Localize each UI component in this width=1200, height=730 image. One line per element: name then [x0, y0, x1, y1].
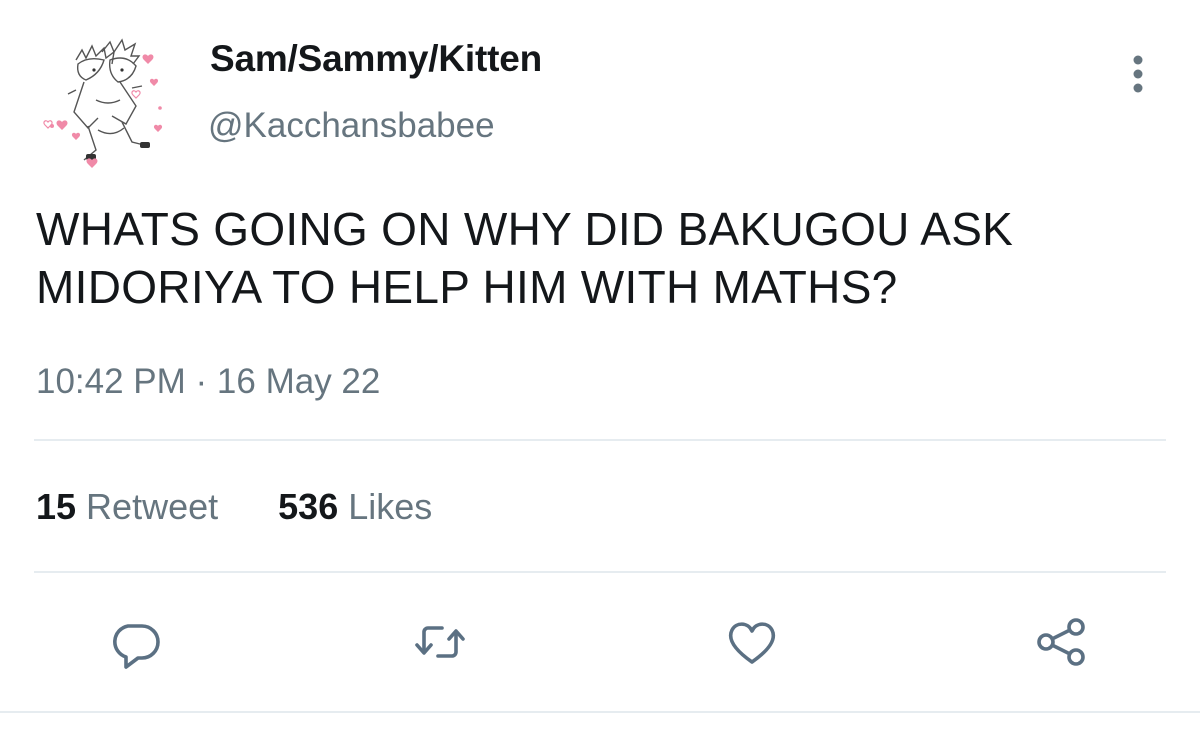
retweet-count: 15 — [36, 486, 77, 527]
tweet-card: Sam/Sammy/Kitten @Kacchansbabee WHATS GO… — [0, 0, 1200, 730]
avatar-drawing — [43, 38, 163, 168]
like-stat[interactable]: 536 Likes — [278, 486, 432, 527]
retweet-icon — [415, 626, 465, 658]
like-label: Likes — [348, 486, 433, 527]
tweet-timestamp[interactable]: 10:42 PM · 16 May 22 — [36, 362, 380, 402]
more-options-button[interactable] — [1118, 50, 1158, 98]
divider — [34, 439, 1166, 441]
retweet-label: Retweet — [86, 486, 219, 527]
heart-icon — [728, 622, 776, 664]
retweet-stat[interactable]: 15 Retweet — [36, 486, 228, 527]
reply-icon — [113, 624, 160, 669]
divider — [34, 571, 1166, 573]
tweet-stats: 15 Retweet 536 Likes — [36, 486, 432, 528]
like-button[interactable] — [722, 612, 782, 672]
retweet-button[interactable] — [410, 612, 470, 672]
more-vertical-icon — [1133, 55, 1143, 93]
share-button[interactable] — [1032, 612, 1092, 672]
tweet-text: WHATS GOING ON WHY DID BAKUGOU ASK MIDOR… — [36, 203, 1014, 313]
reply-button[interactable] — [106, 612, 166, 672]
user-handle[interactable]: @Kacchansbabee — [208, 106, 495, 146]
like-count: 536 — [278, 486, 339, 527]
display-name[interactable]: Sam/Sammy/Kitten — [210, 38, 542, 80]
avatar[interactable] — [36, 30, 182, 176]
share-icon — [1037, 618, 1085, 666]
divider — [0, 711, 1200, 713]
